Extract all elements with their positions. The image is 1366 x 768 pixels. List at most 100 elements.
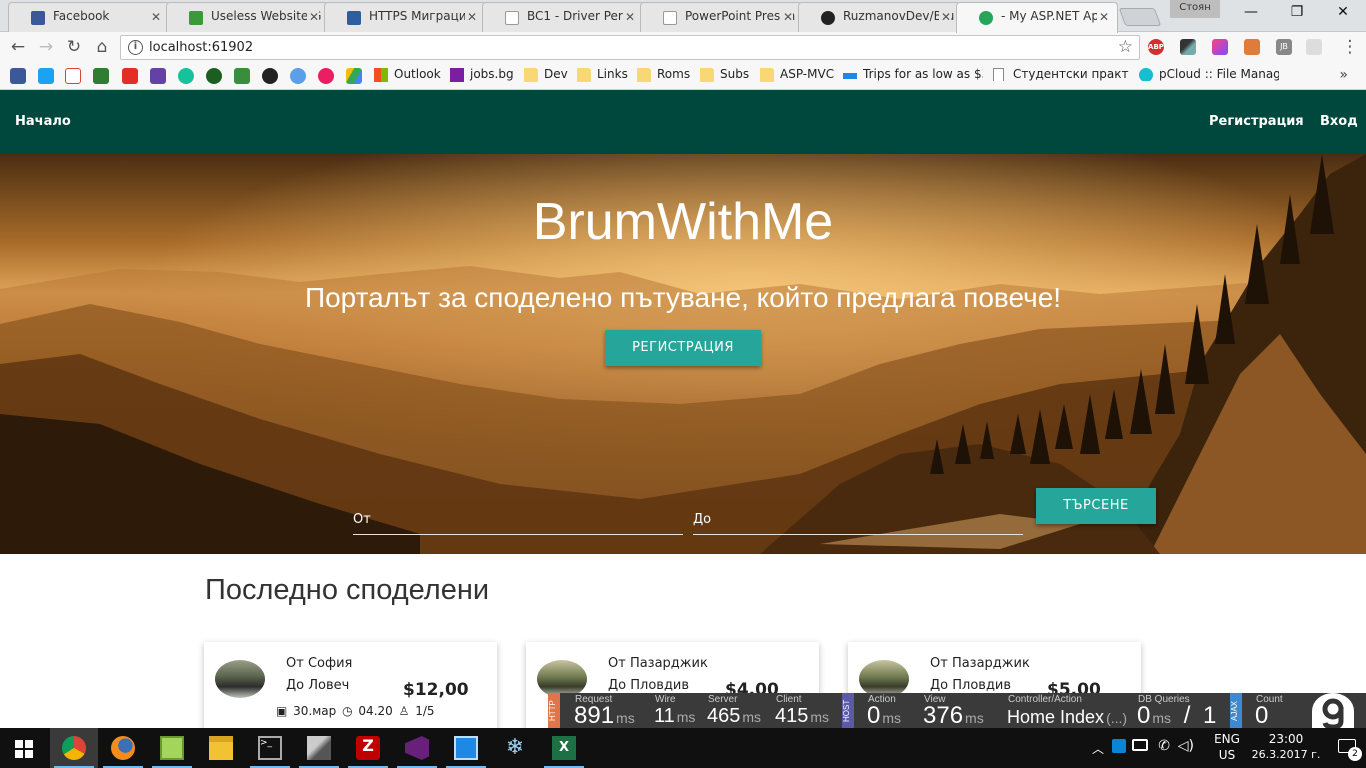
http-tag: HTTP — [548, 693, 560, 729]
tab-title: HTTPS Миграция — [369, 9, 474, 23]
arrow-up-icon[interactable] — [234, 68, 250, 84]
taskbar-firefox[interactable] — [99, 728, 147, 768]
nav-register-link[interactable]: Регистрация — [1209, 114, 1304, 129]
close-window-button[interactable]: ✕ — [1320, 4, 1366, 26]
close-icon[interactable]: ✕ — [780, 10, 793, 24]
info-icon[interactable]: i — [128, 40, 143, 55]
new-tab-button[interactable] — [1118, 8, 1162, 26]
close-icon[interactable]: ✕ — [306, 10, 319, 24]
play-circle-icon[interactable] — [318, 68, 334, 84]
twitch-icon[interactable] — [150, 68, 166, 84]
jetbrains-icon[interactable]: JB — [1276, 39, 1292, 55]
url-text[interactable]: localhost:61902 — [149, 40, 253, 55]
volume-icon[interactable]: ◁) — [1178, 738, 1194, 754]
nav-home-link[interactable]: Начало — [15, 114, 71, 129]
trip-card[interactable]: От София До Ловеч $12,00 ▣ 30.мар ◷ 04.2… — [204, 642, 497, 732]
bookmark-student-practices[interactable]: Студентски практики — [993, 67, 1129, 81]
pcloud-icon — [1139, 68, 1153, 81]
g-circle-icon[interactable] — [206, 68, 222, 84]
battery-icon[interactable] — [1132, 739, 1148, 751]
home-icon[interactable] — [93, 68, 109, 84]
dropbox-icon[interactable] — [1112, 739, 1126, 753]
address-bar[interactable]: i localhost:61902 ☆ — [120, 35, 1140, 60]
close-icon[interactable]: ✕ — [148, 10, 161, 24]
tab-powerpoint[interactable]: PowerPoint Presen ✕ — [640, 2, 802, 32]
taskbar-filezilla[interactable]: Z — [344, 728, 392, 768]
maximize-button[interactable]: ❐ — [1274, 4, 1320, 26]
tab-useless-website[interactable]: Useless Website G ✕ — [166, 2, 328, 32]
tab-title: PowerPoint Presen — [685, 9, 796, 23]
folder-icon — [577, 68, 591, 82]
facebook-icon[interactable] — [10, 68, 26, 84]
taskbar-windows-app[interactable] — [442, 728, 490, 768]
tab-bc1-driver[interactable]: BC1 - Driver Perfo ✕ — [482, 2, 644, 32]
nav-login-link[interactable]: Вход — [1320, 114, 1358, 129]
car-photo — [215, 660, 265, 698]
extension-icon[interactable] — [1244, 39, 1260, 55]
download-icon[interactable] — [1306, 39, 1322, 55]
tab-my-aspnet-app[interactable]: - My ASP.NET App ✕ — [956, 2, 1118, 33]
show-hidden-icons-icon[interactable]: ︿ — [1092, 740, 1104, 757]
bookmark-folder-asp-mvc[interactable]: ASP-MVC — [760, 67, 834, 82]
tab-github[interactable]: RuzmanovDev/Bru ✕ — [798, 2, 960, 32]
bookmark-trips[interactable]: Trips for as low as $34 — [843, 67, 983, 81]
bookmark-folder-subs[interactable]: Subs — [700, 67, 749, 82]
glimpse-logo-icon[interactable] — [1312, 693, 1354, 730]
glimpse-diagnostics-bar[interactable]: HTTP Request 891 ms Wire 11 ms Server 465 m… — [548, 693, 1366, 729]
taskbar-chrome[interactable] — [50, 728, 98, 768]
taskbar-excel[interactable]: X — [540, 728, 588, 768]
eyedropper-icon[interactable] — [1180, 39, 1196, 55]
back-icon[interactable]: ← — [8, 37, 28, 57]
minimize-button[interactable]: — — [1228, 4, 1274, 26]
tab-facebook[interactable]: Facebook ✕ — [8, 2, 170, 32]
bookmark-jobs-bg[interactable]: jobs.bg — [450, 67, 514, 82]
taskbar-notepadpp[interactable] — [148, 728, 196, 768]
adblock-icon[interactable]: ABP — [1148, 39, 1164, 55]
chrome-icon — [62, 736, 86, 760]
profile-name[interactable]: Стоян — [1170, 0, 1220, 18]
bookmark-folder-links[interactable]: Links — [577, 67, 628, 82]
forward-icon[interactable]: → — [36, 37, 56, 57]
taskbar-file-explorer[interactable] — [197, 728, 245, 768]
hero-register-button[interactable]: РЕГИСТРАЦИЯ — [605, 330, 761, 366]
bookmarks-overflow-button[interactable]: » — [1339, 67, 1348, 83]
start-button[interactable] — [0, 728, 48, 768]
home-icon[interactable]: ⌂ — [92, 37, 112, 57]
clock[interactable]: 23:00 26.3.2017 г. — [1248, 732, 1324, 761]
drive-icon[interactable] — [346, 68, 362, 84]
bookmark-outlook[interactable]: Outlook — [374, 67, 441, 82]
document-icon — [505, 11, 519, 25]
bookmark-folder-roms[interactable]: Roms — [637, 67, 690, 82]
notification-count: 2 — [1348, 747, 1362, 761]
close-icon[interactable]: ✕ — [622, 10, 635, 24]
network-icon[interactable]: ✆ — [1158, 738, 1170, 754]
folder-icon — [760, 68, 774, 82]
site-navbar: Начало Регистрация Вход — [0, 90, 1366, 154]
close-icon[interactable]: ✕ — [938, 10, 951, 24]
bookmark-label: Студентски практики — [1013, 67, 1129, 81]
youtube-icon[interactable] — [122, 68, 138, 84]
tab-title: RuzmanovDev/Bru — [843, 9, 955, 23]
close-icon[interactable]: ✕ — [464, 10, 477, 24]
search-button[interactable]: ТЪРСЕНЕ — [1036, 488, 1156, 524]
taskbar-tools[interactable] — [295, 728, 343, 768]
github-icon[interactable] — [262, 68, 278, 84]
tab-https-migration[interactable]: HTTPS Миграция ✕ — [324, 2, 486, 32]
to-city-input[interactable] — [693, 488, 1023, 535]
menu-icon[interactable]: ⋮ — [1340, 37, 1360, 57]
language-indicator[interactable]: ENG US — [1210, 732, 1244, 762]
gmail-icon[interactable] — [65, 68, 81, 84]
bookmark-folder-dev[interactable]: Dev — [524, 67, 568, 82]
grammarly-icon[interactable] — [178, 68, 194, 84]
twitter-icon[interactable] — [38, 68, 54, 84]
bookmark-pcloud[interactable]: pCloud :: File Manage — [1139, 67, 1279, 81]
water-icon[interactable] — [290, 68, 306, 84]
star-icon[interactable]: ☆ — [1118, 37, 1133, 57]
color-palette-icon[interactable] — [1212, 39, 1228, 55]
taskbar-snowflake[interactable]: ❄ — [491, 728, 539, 768]
reload-icon[interactable]: ↻ — [64, 37, 84, 57]
close-icon[interactable]: ✕ — [1096, 10, 1109, 24]
taskbar-cmd[interactable]: >_ — [246, 728, 294, 768]
taskbar-visual-studio[interactable] — [393, 728, 441, 768]
from-city-input[interactable] — [353, 488, 683, 535]
